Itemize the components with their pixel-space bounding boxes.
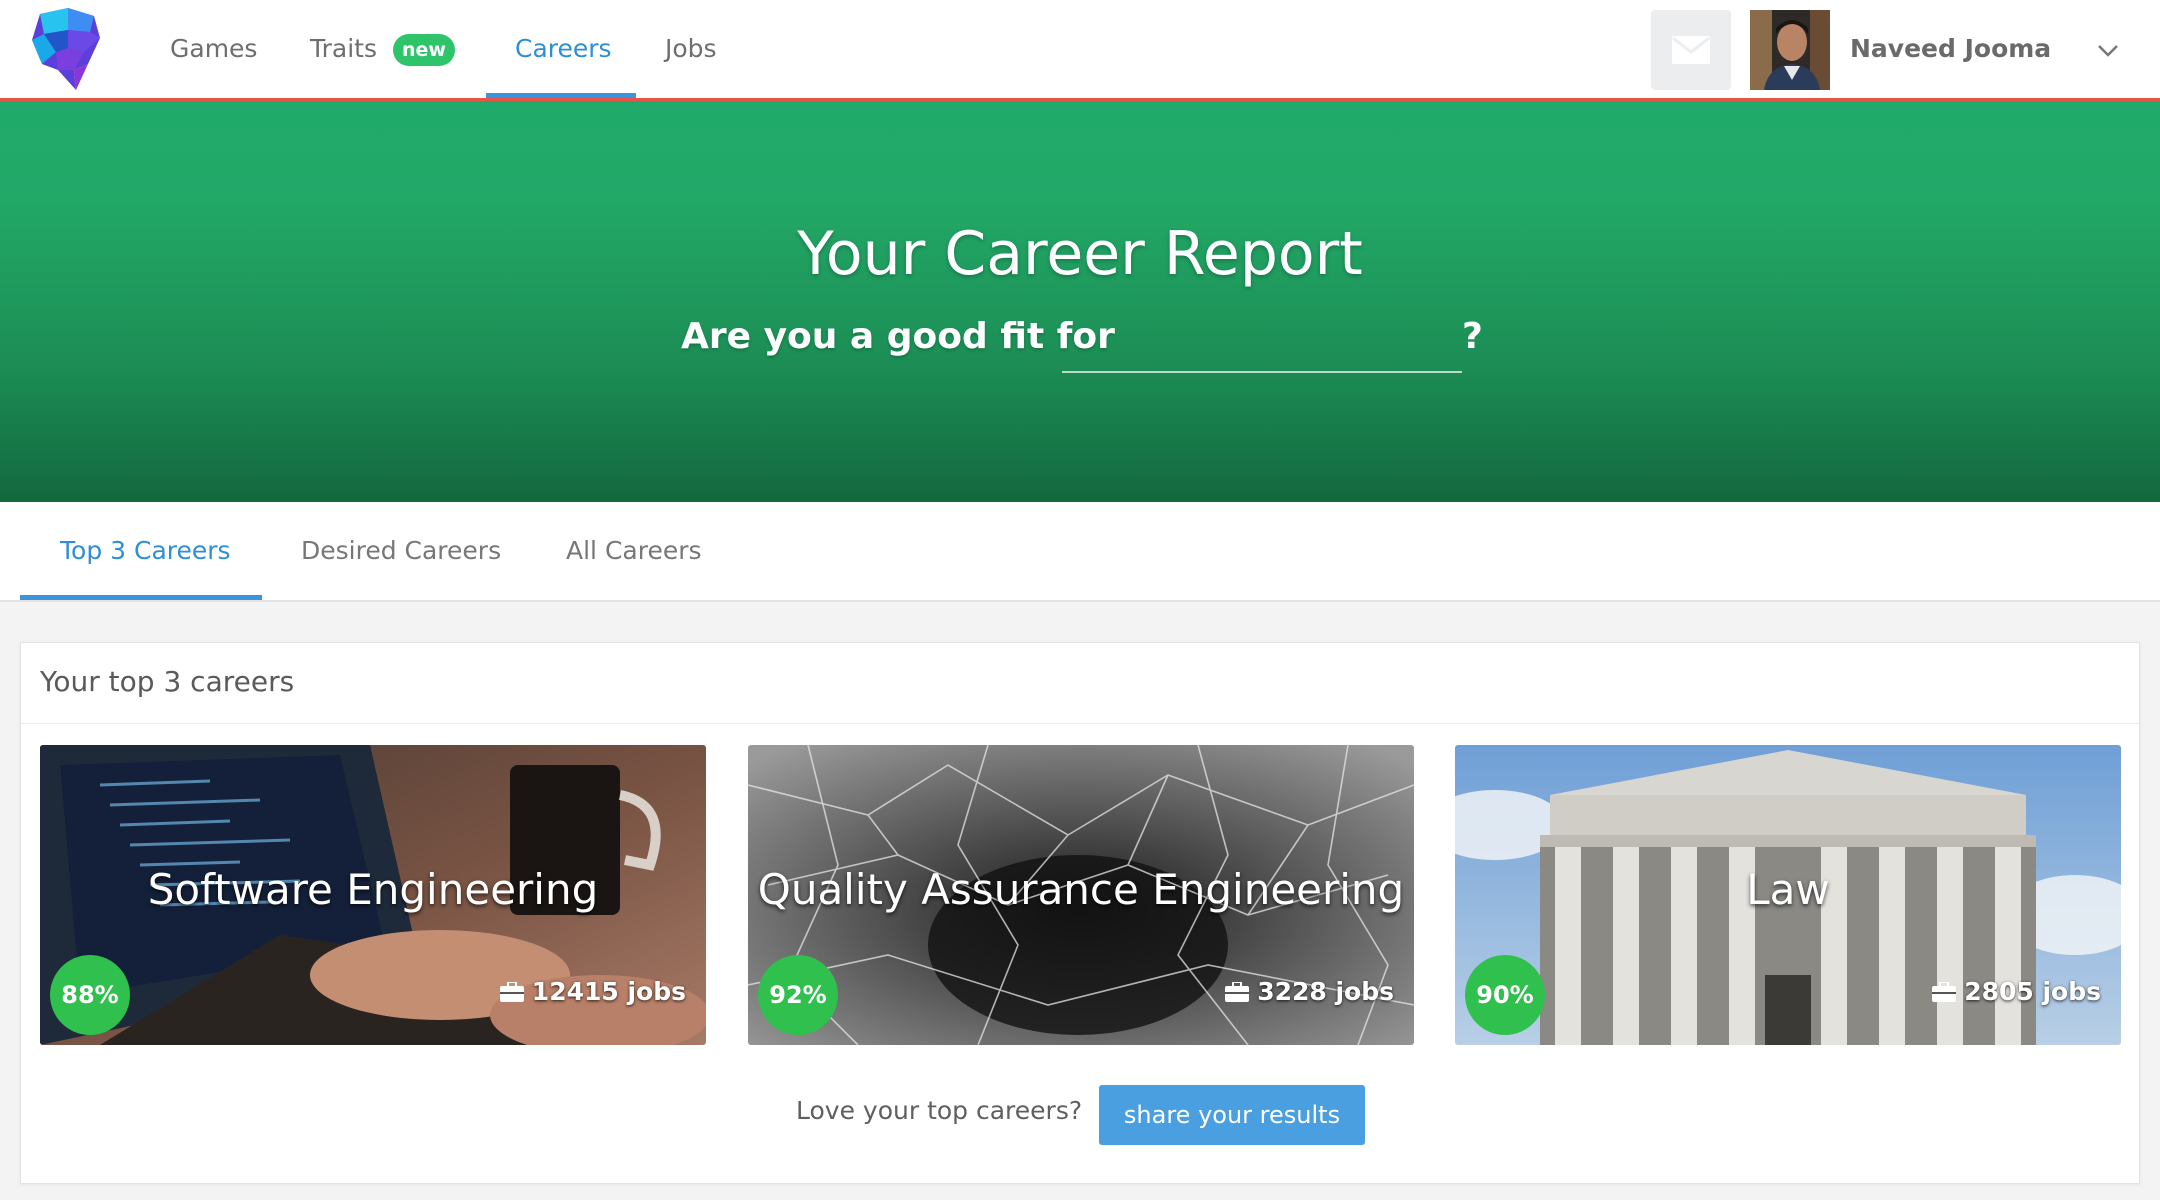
chevron-down-icon[interactable] [2096,40,2120,60]
tab-all-careers[interactable]: All Careers [566,502,702,600]
tab-desired-careers[interactable]: Desired Careers [301,502,501,600]
career-title: Quality Assurance Engineering [757,865,1405,914]
career-card-software-engineering[interactable]: Software Engineering 88% 12415 jobs [40,745,706,1045]
top-navbar: Games Traits new Careers Jobs Naveed Joo… [0,0,2160,101]
career-title: Software Engineering [147,865,599,914]
nav-active-indicator [486,93,636,98]
match-score-badge: 90% [1465,955,1545,1035]
tab-top-3-careers[interactable]: Top 3 Careers [60,502,231,600]
share-prompt: Love your top careers? [796,1096,1083,1125]
job-count-label: 2805 jobs [1964,977,2101,1006]
avatar[interactable] [1750,10,1830,90]
nav-traits[interactable]: Traits [310,0,377,98]
fit-question-label: Are you a good fit for [681,316,1115,357]
page-title: Your Career Report [797,219,1363,289]
messages-button[interactable] [1651,10,1731,90]
share-results-button[interactable]: share your results [1099,1085,1365,1145]
panel-title: Your top 3 careers [40,665,295,698]
job-count: 12415 jobs [499,977,686,1006]
career-title: Law [1746,865,1830,914]
tab-active-indicator [20,595,262,600]
hero-banner: Your Career Report Are you a good fit fo… [0,101,2160,502]
career-search-input[interactable] [1062,311,1462,373]
brain-logo-icon[interactable] [28,8,108,92]
match-score-badge: 92% [758,955,838,1035]
top-careers-panel: Your top 3 careers Software Engineering … [20,642,2140,1184]
match-score-badge: 88% [50,955,130,1035]
panel-divider [21,723,2139,724]
career-tabs: Top 3 Careers Desired Careers All Career… [0,502,2160,602]
career-card-quality-assurance-engineering[interactable]: Quality Assurance Engineering 92% 3228 j… [748,745,1414,1045]
nav-jobs[interactable]: Jobs [665,0,717,98]
briefcase-icon [1932,981,1957,1002]
user-name[interactable]: Naveed Jooma [1850,0,2051,98]
career-card-law[interactable]: Law 90% 2805 jobs [1455,745,2121,1045]
job-count-label: 12415 jobs [531,977,686,1006]
briefcase-icon [1225,981,1250,1002]
job-count-label: 3228 jobs [1257,977,1394,1006]
question-mark: ? [1462,316,1483,357]
nav-careers[interactable]: Careers [515,0,612,98]
job-count: 2805 jobs [1932,977,2101,1006]
briefcase-icon [499,981,524,1002]
envelope-icon [1672,36,1710,64]
nav-games[interactable]: Games [170,0,257,98]
new-badge: new [393,34,455,66]
job-count: 3228 jobs [1225,977,1394,1006]
